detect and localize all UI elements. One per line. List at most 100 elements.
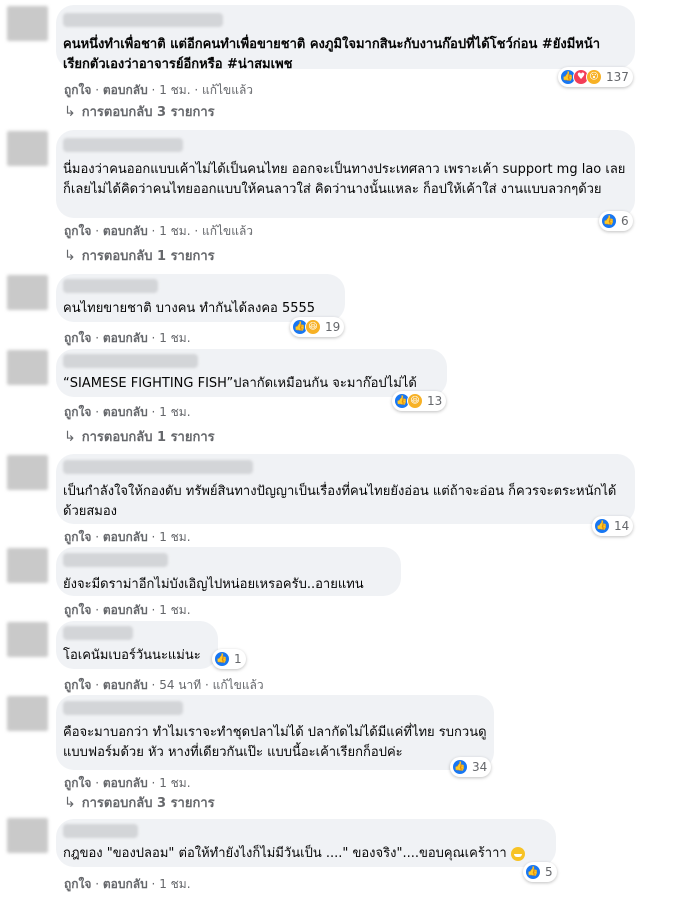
- edited-label: แก้ไขแล้ว: [201, 224, 254, 238]
- author-name[interactable]: [63, 824, 138, 838]
- avatar[interactable]: [7, 455, 48, 490]
- replies-label: การตอบกลับ 3 รายการ: [81, 796, 215, 811]
- timestamp[interactable]: 1 ชม.: [159, 776, 190, 790]
- reply-button[interactable]: ตอบกลับ: [103, 603, 148, 617]
- comment-bubble: คนหนึ่งทำเพื่อชาติ แต่อีกคนทำเพื่อขายชาต…: [56, 5, 635, 72]
- view-replies-link[interactable]: ↳ การตอบกลับ 3 รายการ: [64, 101, 215, 122]
- timestamp[interactable]: 1 ชม.: [159, 530, 190, 544]
- reaction-summary[interactable]: 👍 34: [450, 757, 492, 777]
- comment-bubble: คือจะมาบอกว่า ทำไมเราจะทำชุดปลาไม่ได้ ปล…: [56, 695, 494, 770]
- replies-label: การตอบกลับ 1 รายการ: [81, 249, 215, 264]
- like-button[interactable]: ถูกใจ: [64, 877, 91, 891]
- comment-text: คนหนึ่งทำเพื่อชาติ แต่อีกคนทำเพื่อขายชาต…: [63, 37, 601, 72]
- timestamp[interactable]: 1 ชม.: [159, 603, 190, 617]
- edited-label: แก้ไขแล้ว: [212, 678, 264, 692]
- comment-text: ยังจะมีดราม่าอีกไม่บังเอิญไปหน่อยเหรอครั…: [63, 577, 364, 592]
- reaction-summary[interactable]: 👍 14: [592, 516, 634, 536]
- reply-button[interactable]: ตอบกลับ: [103, 530, 148, 544]
- replies-label: การตอบกลับ 3 รายการ: [81, 105, 215, 120]
- avatar[interactable]: [7, 818, 48, 853]
- comment-text: คนไทยขายชาติ บางคน ทำกันได้ลงคอ 5555: [63, 301, 316, 316]
- comment-bubble: คนไทยขายชาติ บางคน ทำกันได้ลงคอ 5555: [56, 274, 345, 322]
- comment-text: “SIAMESE FIGHTING FISH”ปลากัดเหมือนกัน จ…: [63, 376, 417, 391]
- author-name[interactable]: [63, 13, 223, 27]
- comment-text: นี่มองว่าคนออกแบบเค้าไม่ได้เป็นคนไทย ออก…: [63, 162, 630, 197]
- comment-bubble: โอเคนัมเบอร์วันนะแม่นะ: [56, 621, 218, 669]
- like-icon: 👍: [214, 651, 230, 667]
- reply-button[interactable]: ตอบกลับ: [103, 224, 148, 238]
- like-button[interactable]: ถูกใจ: [64, 678, 91, 692]
- reply-button[interactable]: ตอบกลับ: [103, 678, 148, 692]
- like-icon: 👍: [525, 864, 541, 880]
- reaction-summary[interactable]: 👍 5: [523, 862, 557, 882]
- author-name[interactable]: [63, 701, 183, 715]
- like-button[interactable]: ถูกใจ: [64, 530, 91, 544]
- timestamp[interactable]: 1 ชม.: [159, 224, 190, 238]
- author-name[interactable]: [63, 354, 198, 368]
- like-icon: 👍: [601, 213, 617, 229]
- comment-bubble: นี่มองว่าคนออกแบบเค้าไม่ได้เป็นคนไทย ออก…: [56, 130, 635, 218]
- reaction-count: 5: [545, 865, 553, 879]
- avatar[interactable]: [7, 131, 48, 166]
- view-replies-link[interactable]: ↳ การตอบกลับ 3 รายการ: [64, 792, 215, 813]
- reaction-count: 13: [427, 394, 443, 408]
- comment-bubble: เป็นกำลังใจให้กองดับ ทรัพย์สินทางปัญญาเป…: [56, 454, 635, 524]
- reaction-summary[interactable]: 👍 😆 19: [290, 317, 345, 337]
- comment-text: เป็นกำลังใจให้กองดับ ทรัพย์สินทางปัญญาเป…: [63, 484, 617, 519]
- author-name[interactable]: [63, 626, 133, 640]
- reply-button[interactable]: ตอบกลับ: [103, 405, 148, 419]
- avatar[interactable]: [7, 350, 48, 385]
- like-button[interactable]: ถูกใจ: [64, 405, 91, 419]
- like-button[interactable]: ถูกใจ: [64, 776, 91, 790]
- reaction-count: 6: [621, 214, 629, 228]
- author-name[interactable]: [63, 279, 158, 293]
- comment-text: คือจะมาบอกว่า ทำไมเราจะทำชุดปลาไม่ได้ ปล…: [63, 725, 487, 760]
- like-button[interactable]: ถูกใจ: [64, 331, 91, 345]
- timestamp[interactable]: 1 ชม.: [159, 331, 190, 345]
- avatar[interactable]: [7, 6, 48, 41]
- reaction-summary[interactable]: 👍 1: [212, 649, 246, 669]
- comment-actions: ถูกใจ · ตอบกลับ · 54 นาที · แก้ไขแล้ว: [64, 678, 264, 692]
- avatar[interactable]: [7, 275, 48, 310]
- author-name[interactable]: [63, 138, 183, 152]
- reply-button[interactable]: ตอบกลับ: [103, 877, 148, 891]
- reply-button[interactable]: ตอบกลับ: [103, 776, 148, 790]
- reply-button[interactable]: ตอบกลับ: [103, 83, 148, 97]
- timestamp[interactable]: 1 ชม.: [159, 405, 190, 419]
- like-button[interactable]: ถูกใจ: [64, 83, 91, 97]
- comment-text-content: กฎของ "ของปลอม" ต่อให้ทำยังไงก็ไม่มีวันเ…: [63, 846, 507, 861]
- comment-actions: ถูกใจ · ตอบกลับ · 1 ชม. · แก้ไขแล้ว: [64, 224, 254, 238]
- haha-icon: 😆: [305, 319, 321, 335]
- view-replies-link[interactable]: ↳ การตอบกลับ 1 รายการ: [64, 245, 215, 266]
- comment-actions: ถูกใจ · ตอบกลับ · 1 ชม.: [64, 877, 191, 891]
- author-name[interactable]: [63, 460, 253, 474]
- reaction-summary[interactable]: 👍 ♥ 😮 137: [558, 67, 633, 87]
- author-name[interactable]: [63, 553, 168, 567]
- reaction-summary[interactable]: 👍 6: [599, 211, 633, 231]
- timestamp[interactable]: 54 นาที: [159, 678, 201, 692]
- avatar[interactable]: [7, 696, 48, 731]
- comment-text: โอเคนัมเบอร์วันนะแม่นะ: [63, 648, 201, 663]
- view-replies-link[interactable]: ↳ การตอบกลับ 1 รายการ: [64, 426, 215, 447]
- wow-icon: 😮: [586, 69, 602, 85]
- like-button[interactable]: ถูกใจ: [64, 224, 91, 238]
- comment-bubble: กฎของ "ของปลอม" ต่อให้ทำยังไงก็ไม่มีวันเ…: [56, 819, 556, 867]
- comment-actions: ถูกใจ · ตอบกลับ · 1 ชม.: [64, 530, 191, 544]
- avatar[interactable]: [7, 622, 48, 657]
- comment-actions: ถูกใจ · ตอบกลับ · 1 ชม. · แก้ไขแล้ว: [64, 83, 254, 97]
- grin-emoji-icon: [510, 846, 525, 861]
- avatar[interactable]: [7, 548, 48, 583]
- reply-button[interactable]: ตอบกลับ: [103, 331, 148, 345]
- haha-icon: 😆: [407, 393, 423, 409]
- reaction-count: 1: [234, 652, 242, 666]
- comment-actions: ถูกใจ · ตอบกลับ · 1 ชม.: [64, 405, 191, 419]
- reaction-count: 34: [472, 760, 488, 774]
- timestamp[interactable]: 1 ชม.: [159, 83, 190, 97]
- like-button[interactable]: ถูกใจ: [64, 603, 91, 617]
- comment-actions: ถูกใจ · ตอบกลับ · 1 ชม.: [64, 603, 191, 617]
- timestamp[interactable]: 1 ชม.: [159, 877, 190, 891]
- like-icon: 👍: [452, 759, 468, 775]
- reply-arrow-icon: ↳: [64, 428, 76, 445]
- reaction-count: 19: [325, 320, 341, 334]
- reaction-summary[interactable]: 👍 😆 13: [392, 391, 447, 411]
